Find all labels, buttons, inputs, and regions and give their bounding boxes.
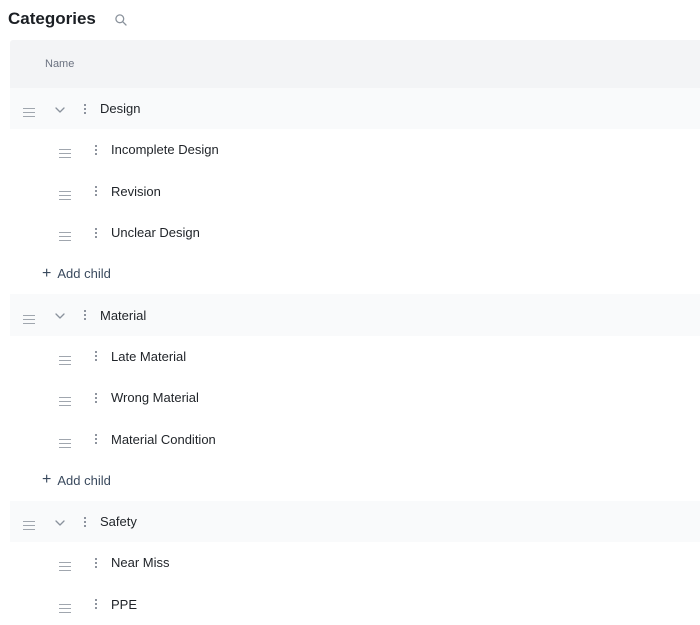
subcategory-row[interactable]: Unclear Design xyxy=(10,211,700,254)
subcategory-label: Unclear Design xyxy=(111,225,200,241)
category-row[interactable]: Design xyxy=(10,88,700,130)
drag-handle-icon[interactable] xyxy=(59,600,71,613)
drag-handle-icon[interactable] xyxy=(59,145,71,159)
drag-handle-icon[interactable] xyxy=(23,104,35,118)
category-tree: Design Incomplete Design Revision Unclea… xyxy=(10,88,700,625)
add-child-row: + Add child xyxy=(10,459,700,501)
subcategory-row[interactable]: Revision xyxy=(10,170,700,212)
categories-page: Categories Name Design Incomplete Design… xyxy=(0,0,700,625)
more-options-icon[interactable] xyxy=(93,597,99,611)
add-child-button[interactable]: + Add child xyxy=(42,472,111,488)
plus-icon: + xyxy=(42,471,52,489)
category-label: Material xyxy=(100,307,147,323)
more-options-icon[interactable] xyxy=(82,308,88,322)
category-row[interactable]: Material xyxy=(10,294,700,336)
subcategory-row[interactable]: Late Material xyxy=(10,335,700,378)
drag-handle-icon[interactable] xyxy=(23,311,35,324)
chevron-down-icon[interactable] xyxy=(54,103,66,115)
drag-handle-icon[interactable] xyxy=(59,187,71,200)
category-row[interactable]: Safety xyxy=(10,500,700,543)
subcategory-row[interactable]: Wrong Material xyxy=(10,377,700,419)
subcategory-label: Wrong Material xyxy=(111,390,199,406)
add-child-label: Add child xyxy=(57,266,111,282)
more-options-icon[interactable] xyxy=(93,184,99,198)
chevron-down-icon[interactable] xyxy=(54,516,66,528)
drag-handle-icon[interactable] xyxy=(59,393,71,407)
subcategory-label: PPE xyxy=(111,596,138,612)
more-options-icon[interactable] xyxy=(82,515,88,529)
subcategory-row[interactable]: Near Miss xyxy=(10,542,700,584)
subcategory-row[interactable]: Incomplete Design xyxy=(10,129,700,171)
add-child-button[interactable]: + Add child xyxy=(42,264,111,282)
plus-icon: + xyxy=(42,264,52,282)
chevron-down-icon[interactable] xyxy=(54,309,66,321)
subcategory-label: Late Material xyxy=(111,348,187,364)
search-icon[interactable] xyxy=(114,13,128,27)
subcategory-label: Revision xyxy=(111,183,161,199)
subcategory-label: Near Miss xyxy=(111,555,170,571)
drag-handle-icon[interactable] xyxy=(59,435,71,448)
drag-handle-icon[interactable] xyxy=(59,228,71,242)
category-label: Safety xyxy=(100,514,137,530)
category-label: Design xyxy=(100,101,141,117)
more-options-icon[interactable] xyxy=(93,143,99,157)
add-child-row: + Add child xyxy=(10,253,700,295)
subcategory-row[interactable]: Material Condition xyxy=(10,418,700,460)
more-options-icon[interactable] xyxy=(93,226,99,240)
more-options-icon[interactable] xyxy=(93,349,99,363)
subcategory-label: Material Condition xyxy=(111,431,216,447)
drag-handle-icon[interactable] xyxy=(23,517,35,531)
subcategory-label: Incomplete Design xyxy=(111,142,219,158)
page-title: Categories xyxy=(8,9,96,28)
subcategory-row[interactable]: PPE xyxy=(10,583,700,625)
drag-handle-icon[interactable] xyxy=(59,558,71,572)
column-header-label: Name xyxy=(45,58,75,70)
page-header: Categories xyxy=(0,0,700,38)
more-options-icon[interactable] xyxy=(93,391,99,405)
add-child-label: Add child xyxy=(57,472,111,488)
drag-handle-icon[interactable] xyxy=(59,352,71,365)
column-header-name: Name xyxy=(10,40,700,88)
more-options-icon[interactable] xyxy=(93,556,99,570)
more-options-icon[interactable] xyxy=(82,102,88,116)
more-options-icon[interactable] xyxy=(93,432,99,446)
